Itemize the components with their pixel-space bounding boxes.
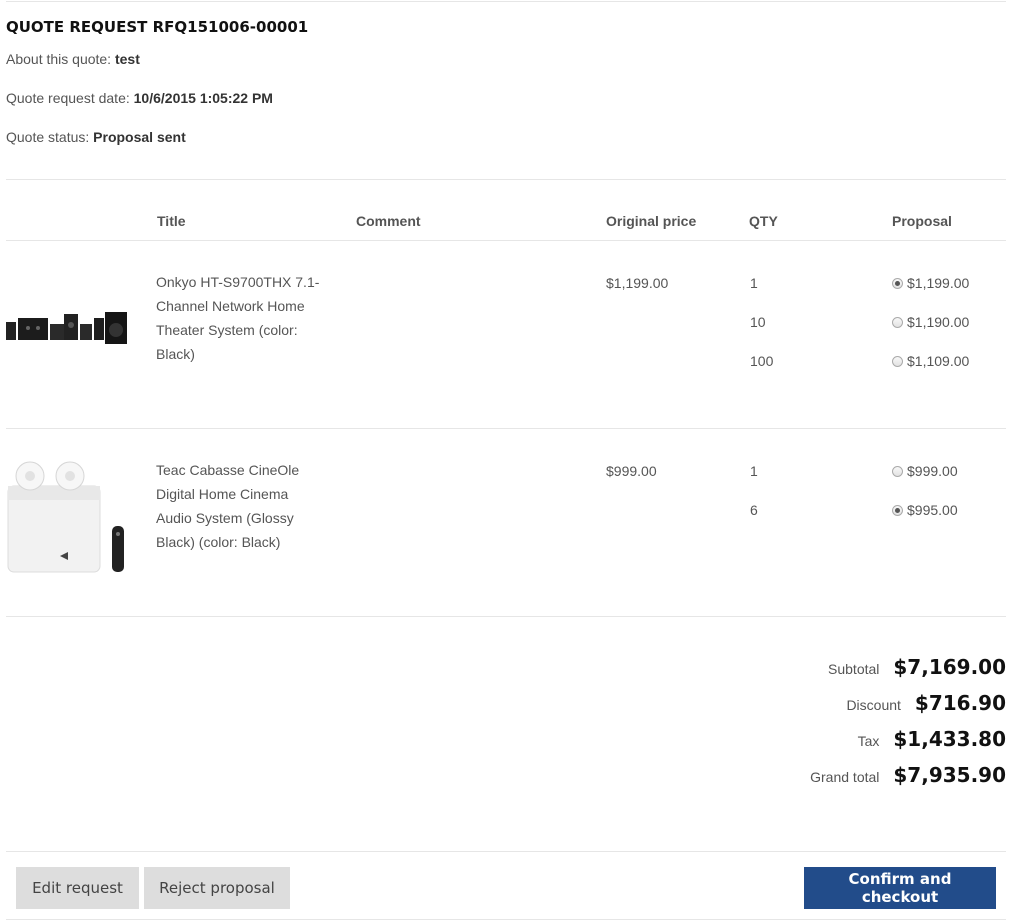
- discount-value: $716.90: [914, 691, 1006, 715]
- quote-status: Quote status: Proposal sent: [6, 129, 186, 145]
- header-divider: [6, 179, 1006, 180]
- column-header-original-price: Original price: [606, 213, 697, 229]
- proposal-option[interactable]: $995.00: [892, 502, 958, 518]
- tax-value: $1,433.80: [893, 727, 1006, 751]
- original-price: $1,199.00: [606, 275, 669, 291]
- quote-date: Quote request date: 10/6/2015 1:05:22 PM: [6, 90, 273, 106]
- subtotal-row: Subtotal $7,169.00: [828, 655, 1006, 679]
- grand-total-label: Grand total: [810, 769, 880, 785]
- column-header-qty: QTY: [749, 213, 778, 229]
- column-header-comment: Comment: [356, 213, 421, 229]
- proposal-price: $999.00: [907, 463, 958, 479]
- proposal-option[interactable]: $1,109.00: [892, 353, 969, 369]
- column-header-title: Title: [157, 213, 186, 229]
- proposal-option[interactable]: $999.00: [892, 463, 958, 479]
- proposal-price: $1,199.00: [907, 275, 970, 291]
- tax-label: Tax: [857, 733, 880, 749]
- about-value: test: [114, 51, 140, 67]
- row-divider: [6, 428, 1006, 429]
- discount-label: Discount: [846, 697, 901, 713]
- product-title: Teac Cabasse CineOle Digital Home Cinema…: [156, 462, 300, 550]
- subtotal-label: Subtotal: [828, 661, 880, 677]
- bottom-divider: [6, 919, 1006, 920]
- about-label: About this quote:: [6, 51, 115, 67]
- edit-request-button[interactable]: Edit request: [16, 867, 139, 909]
- proposal-price: $1,190.00: [907, 314, 970, 330]
- tier-qty: 1: [750, 275, 758, 291]
- table-header-divider: [6, 240, 1006, 241]
- page-title: QUOTE REQUEST RFQ151006-00001: [6, 18, 309, 36]
- tax-row: Tax $1,433.80: [858, 727, 1006, 751]
- column-header-proposal: Proposal: [892, 213, 952, 229]
- proposal-price: $1,109.00: [907, 353, 970, 369]
- grand-total-row: Grand total $7,935.90: [810, 763, 1006, 787]
- proposal-radio[interactable]: [892, 465, 903, 477]
- quote-about: About this quote: test: [6, 51, 140, 67]
- original-price: $999.00: [606, 463, 657, 479]
- tier-qty: 10: [750, 314, 766, 330]
- product-title: Onkyo HT-S9700THX 7.1-Channel Network Ho…: [156, 274, 320, 362]
- proposal-option[interactable]: $1,199.00: [892, 275, 969, 291]
- reject-proposal-button[interactable]: Reject proposal: [144, 867, 290, 909]
- status-label: Quote status:: [6, 129, 94, 145]
- confirm-checkout-button[interactable]: Confirm and checkout: [804, 867, 996, 909]
- discount-row: Discount $716.90: [846, 691, 1006, 715]
- proposal-radio[interactable]: [892, 355, 903, 367]
- tier-qty: 1: [750, 463, 758, 479]
- proposal-radio[interactable]: [892, 277, 903, 289]
- tier-qty: 6: [750, 502, 758, 518]
- home-theater-speakers-image: [6, 312, 127, 344]
- date-value: 10/6/2015 1:05:22 PM: [133, 90, 273, 106]
- cinema-audio-system-image: [7, 461, 124, 573]
- proposal-option[interactable]: $1,190.00: [892, 314, 969, 330]
- date-label: Quote request date:: [6, 90, 134, 106]
- grand-total-value: $7,935.90: [893, 763, 1006, 787]
- proposal-price: $995.00: [907, 502, 958, 518]
- tier-qty: 100: [750, 353, 774, 369]
- actions-divider: [6, 851, 1006, 852]
- proposal-radio[interactable]: [892, 316, 903, 328]
- top-divider: [6, 1, 1006, 2]
- status-value: Proposal sent: [93, 129, 186, 145]
- proposal-radio[interactable]: [892, 504, 903, 516]
- subtotal-value: $7,169.00: [893, 655, 1006, 679]
- row-divider: [6, 616, 1006, 617]
